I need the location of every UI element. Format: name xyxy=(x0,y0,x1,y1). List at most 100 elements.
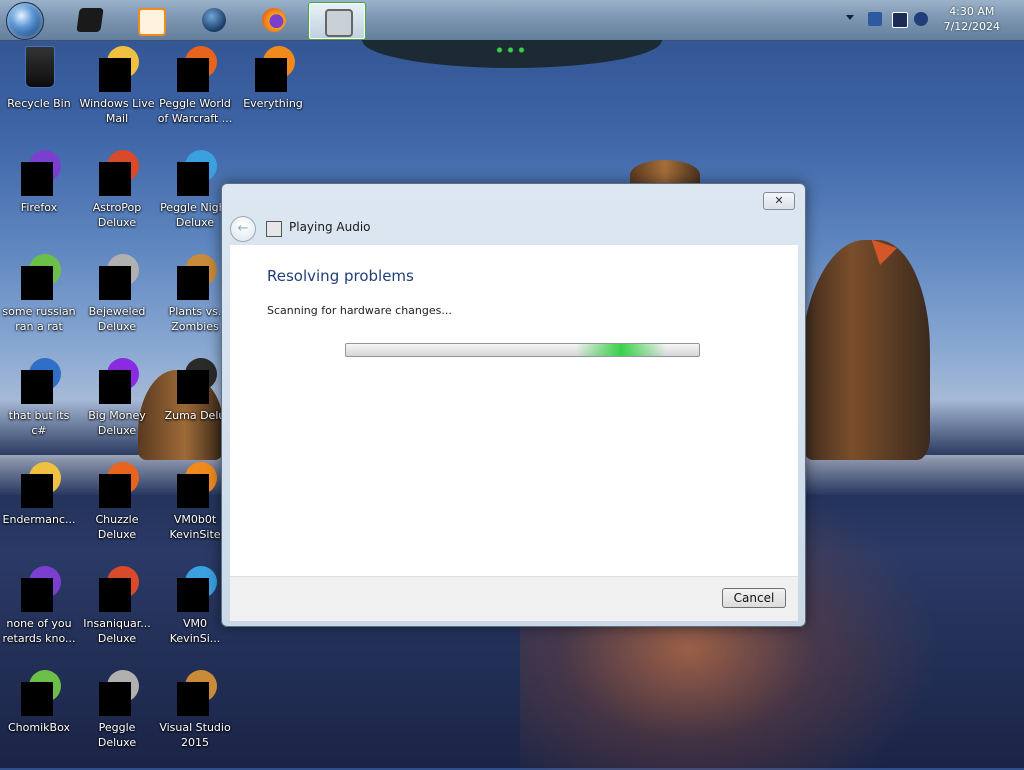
redaction-box xyxy=(177,58,209,92)
taskbar-app-media-player[interactable] xyxy=(122,2,178,38)
display-icon[interactable] xyxy=(892,12,908,28)
recycle-bin-icon xyxy=(15,44,63,92)
desktop-icon-label: Visual Studio 2015 xyxy=(159,721,231,749)
desktop-icon-label: Big Money Deluxe xyxy=(88,409,146,437)
vm0-kevinsi-icon xyxy=(171,564,219,612)
desktop-icon-that-but-its-c[interactable]: that but its c# xyxy=(0,356,78,438)
redaction-box xyxy=(21,682,53,716)
taskbar: 4:30 AM 7/12/2024 xyxy=(0,0,1024,41)
redaction-box xyxy=(177,578,209,612)
desktop-icon-label: some russian ran a rat xyxy=(2,305,76,333)
page-heading: Resolving problems xyxy=(267,267,414,285)
desktop-icon-windows-live-mail[interactable]: Windows Live Mail xyxy=(78,44,156,126)
chomikbox-icon xyxy=(15,668,63,716)
troubleshooter-dialog: ✕ ← Playing Audio Resolving problems Sca… xyxy=(221,183,806,627)
taskbar-app-globe[interactable] xyxy=(186,2,242,38)
insaniquar-deluxe-icon xyxy=(93,564,141,612)
none-of-you-retards-kno-icon xyxy=(15,564,63,612)
endermanc-icon xyxy=(15,460,63,508)
redaction-box xyxy=(99,682,131,716)
taskbar-app-troubleshooter[interactable] xyxy=(308,2,366,40)
redaction-box xyxy=(99,578,131,612)
progress-bar xyxy=(345,343,700,357)
redaction-box xyxy=(21,578,53,612)
back-button[interactable]: ← xyxy=(230,216,256,242)
taskbar-app-firefox[interactable] xyxy=(246,2,302,38)
media-player-icon xyxy=(138,8,166,36)
cancel-button[interactable]: Cancel xyxy=(722,588,786,608)
redaction-box xyxy=(21,474,53,508)
desktop-icon-label: that but its c# xyxy=(8,409,70,437)
vm0b0t-kevinsite-icon xyxy=(171,460,219,508)
big-money-deluxe-icon xyxy=(93,356,141,404)
desktop-icon-label: Endermanc... xyxy=(2,513,76,526)
desktop-icon-astropop-deluxe[interactable]: AstroPop Deluxe xyxy=(78,148,156,230)
dialog-footer: Cancel xyxy=(230,576,798,621)
desktop-icon-label: AstroPop Deluxe xyxy=(92,201,142,229)
desktop-icon-chuzzle-deluxe[interactable]: Chuzzle Deluxe xyxy=(78,460,156,542)
desktop-icon-big-money-deluxe[interactable]: Big Money Deluxe xyxy=(78,356,156,438)
desktop-icon-chomikbox[interactable]: ChomikBox xyxy=(0,668,78,735)
network-icon[interactable] xyxy=(868,12,882,26)
troubleshooter-icon xyxy=(325,9,353,37)
redaction-box xyxy=(99,474,131,508)
clock[interactable]: 4:30 AM 7/12/2024 xyxy=(944,4,1000,34)
chuzzle-deluxe-icon xyxy=(93,460,141,508)
visual-studio-2015-icon xyxy=(171,668,219,716)
desktop-icon-label: Peggle Deluxe xyxy=(97,721,137,749)
desktop-icon-label: Peggle World of Warcraft ... xyxy=(157,97,233,125)
desktop-icon-label: Windows Live Mail xyxy=(79,97,155,125)
peggle-world-of-warcraft-icon xyxy=(171,44,219,92)
desktop-icon-recycle-bin[interactable]: Recycle Bin xyxy=(0,44,78,111)
progress-marquee xyxy=(576,344,666,356)
app-artwork xyxy=(25,46,55,88)
astropop-deluxe-icon xyxy=(93,148,141,196)
desktop-icon-label: Bejeweled Deluxe xyxy=(88,305,146,333)
desktop-icon-peggle-deluxe[interactable]: Peggle Deluxe xyxy=(78,668,156,750)
redaction-box xyxy=(177,266,209,300)
firefox-icon xyxy=(15,148,63,196)
taskbar-app-black-box[interactable] xyxy=(62,2,118,38)
redaction-box xyxy=(21,370,53,404)
show-hidden-icons-arrow[interactable] xyxy=(846,15,854,20)
globe-icon xyxy=(202,8,226,32)
desktop-icon-label: Insaniquar... Deluxe xyxy=(83,617,151,645)
desktop-icon-label: Everything xyxy=(243,97,303,110)
plants-vs-zombies-icon xyxy=(171,252,219,300)
close-button[interactable]: ✕ xyxy=(763,192,795,210)
dock-indicator-dots xyxy=(494,46,528,54)
desktop-icon-bejeweled-deluxe[interactable]: Bejeweled Deluxe xyxy=(78,252,156,334)
desktop-icon-label: Firefox xyxy=(20,201,58,214)
desktop-icon-visual-studio-2015[interactable]: Visual Studio 2015 xyxy=(156,668,234,750)
redaction-box xyxy=(177,370,209,404)
everything-icon xyxy=(249,44,297,92)
desktop-icon-endermanc[interactable]: Endermanc... xyxy=(0,460,78,527)
troubleshooter-title-icon xyxy=(266,221,282,237)
dialog-content: Resolving problems Scanning for hardware… xyxy=(230,245,798,576)
desktop-icon-peggle-world-of-warcraft[interactable]: Peggle World of Warcraft ... xyxy=(156,44,234,126)
desktop-icon-firefox[interactable]: Firefox xyxy=(0,148,78,215)
redaction-box xyxy=(99,58,131,92)
dialog-titlebar: ← Playing Audio xyxy=(230,214,790,242)
desktop-icon-some-russian-ran-a-rat[interactable]: some russian ran a rat xyxy=(0,252,78,334)
desktop-icon-none-of-you-retards-kno[interactable]: none of you retards kno... xyxy=(0,564,78,646)
black-box-app-icon xyxy=(76,8,104,32)
firefox-icon xyxy=(262,8,286,32)
system-tray: 4:30 AM 7/12/2024 xyxy=(834,0,1024,40)
status-text: Scanning for hardware changes... xyxy=(267,304,452,317)
dialog-title: Playing Audio xyxy=(289,220,371,234)
desktop-icon-label: none of you retards kno... xyxy=(2,617,76,645)
taskbar-dock-handle xyxy=(362,40,662,68)
desktop-icon-label: ChomikBox xyxy=(8,721,70,734)
peggle-night-deluxe-icon xyxy=(171,148,219,196)
redaction-box xyxy=(99,266,131,300)
start-button[interactable] xyxy=(6,2,44,40)
clock-time: 4:30 AM xyxy=(949,5,995,18)
bejeweled-deluxe-icon xyxy=(93,252,141,300)
desktop-icon-everything[interactable]: Everything xyxy=(234,44,312,111)
volume-icon[interactable] xyxy=(914,12,928,26)
desktop-icon-insaniquar-deluxe[interactable]: Insaniquar... Deluxe xyxy=(78,564,156,646)
peggle-deluxe-icon xyxy=(93,668,141,716)
zuma-delu-icon xyxy=(171,356,219,404)
redaction-box xyxy=(177,162,209,196)
